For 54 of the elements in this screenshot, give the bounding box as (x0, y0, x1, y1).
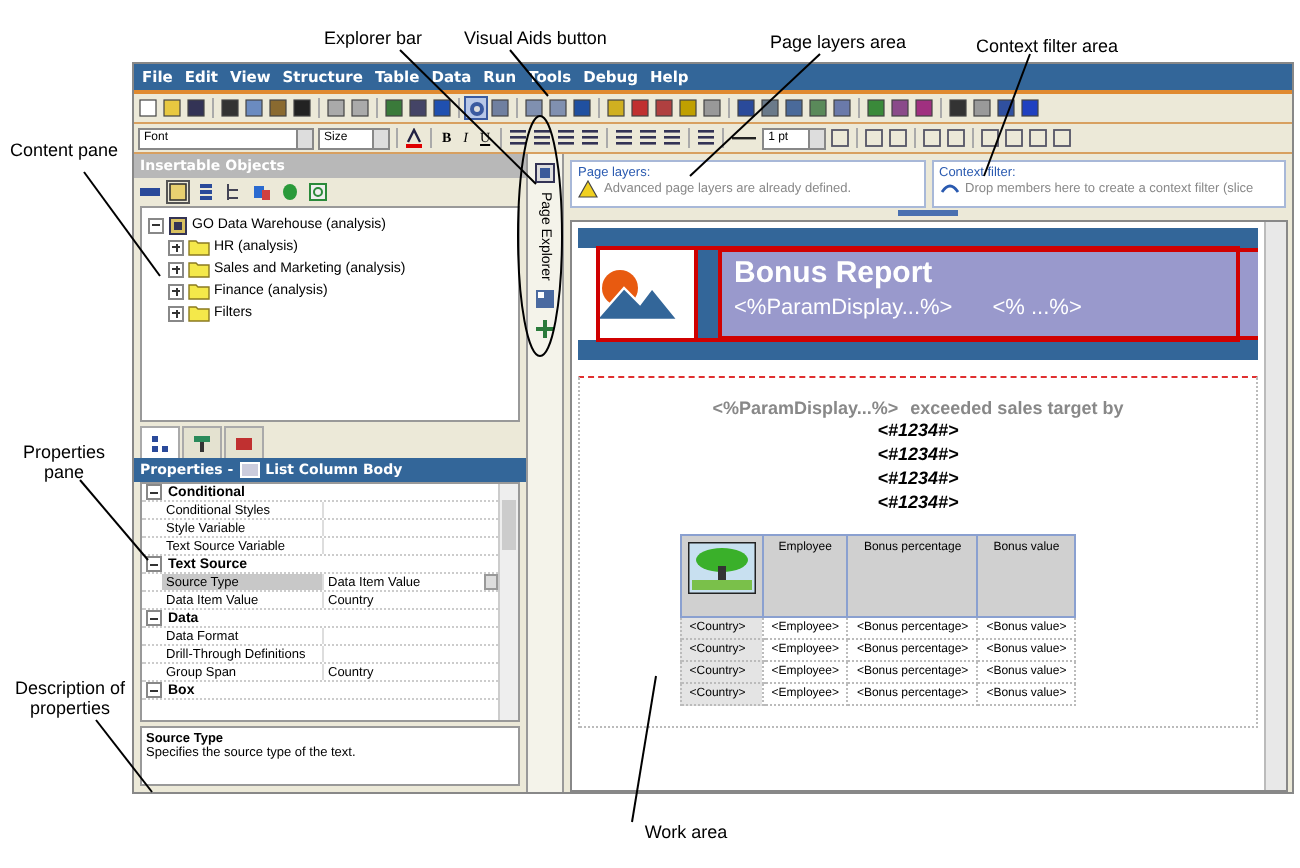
leader-line (83, 171, 161, 277)
toolbar-icon[interactable] (980, 128, 1001, 148)
expand-toggle[interactable] (168, 305, 184, 321)
value-text: <#1234#> (877, 490, 959, 514)
expand-toggle[interactable] (146, 484, 162, 500)
align-icon[interactable] (580, 128, 601, 148)
list-column-icon (239, 462, 260, 478)
align-icon[interactable] (532, 128, 553, 148)
toolbar-icon (234, 433, 254, 453)
scrollbar[interactable] (1264, 222, 1286, 790)
align-icon[interactable] (638, 128, 659, 148)
body-text: exceeded sales target by (910, 398, 1124, 418)
callout-label: Context filter area (976, 36, 1119, 57)
value-text: <#1234#> (877, 418, 959, 442)
tree-view-icon[interactable] (224, 182, 244, 202)
align-icon[interactable] (614, 128, 635, 148)
splitter-handle[interactable] (898, 210, 958, 216)
expand-toggle[interactable] (168, 283, 184, 299)
tab[interactable] (182, 426, 222, 458)
value-text: <#1234#> (877, 466, 959, 490)
leader-line (79, 479, 149, 561)
value-text: <#1234#> (877, 442, 959, 466)
leader-line (983, 53, 1031, 177)
expand-toggle[interactable] (146, 682, 162, 698)
callout-label: Properties pane (20, 442, 108, 484)
scrollbar[interactable] (498, 484, 518, 720)
align-icon[interactable] (662, 128, 683, 148)
tree-image (687, 542, 756, 594)
expand-toggle[interactable] (148, 217, 164, 233)
parameter-text: <%ParamDisplay...%> (734, 296, 953, 320)
visual-aids-button[interactable] (466, 98, 486, 118)
parameter-text: <%ParamDisplay...%> (712, 398, 899, 418)
hierarchy-icon (150, 433, 170, 453)
font-color-icon[interactable] (404, 128, 424, 148)
expand-toggle[interactable] (168, 239, 184, 255)
warning-icon (578, 180, 598, 198)
parameter-text: <% ...%> (992, 296, 1082, 320)
callout-label: Description of properties (12, 678, 128, 720)
toolbar-icon[interactable] (630, 98, 650, 118)
callout-label: Page layers area (770, 32, 907, 53)
callout-label: Content pane (8, 140, 120, 161)
report-title: Bonus Report (734, 256, 935, 290)
align-icon[interactable] (508, 128, 529, 148)
callout-label: Visual Aids button (464, 28, 607, 49)
callout-label: Work area (642, 822, 730, 843)
leader-line (689, 53, 821, 177)
callout-label: Explorer bar (324, 28, 423, 49)
tab[interactable] (224, 426, 264, 458)
expand-toggle[interactable] (168, 261, 184, 277)
expand-toggle[interactable] (146, 556, 162, 572)
expand-toggle[interactable] (146, 610, 162, 626)
list-icon[interactable] (196, 182, 216, 202)
align-icon[interactable] (556, 128, 577, 148)
tab[interactable] (140, 426, 180, 458)
